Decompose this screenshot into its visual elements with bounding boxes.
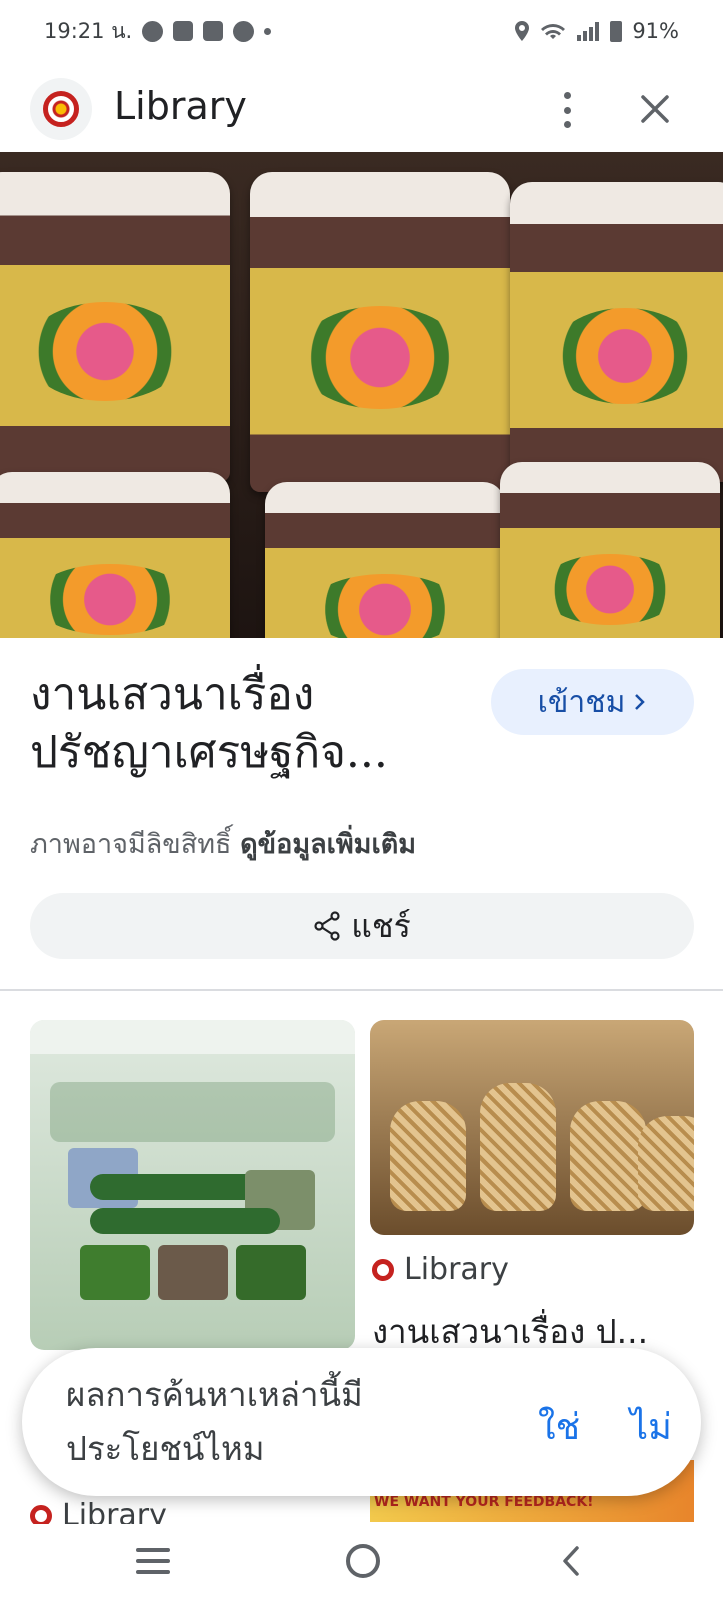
divider [0, 989, 723, 991]
source-title[interactable]: Library [114, 84, 247, 128]
related-image-poster[interactable] [30, 1020, 355, 1350]
related-source[interactable]: Library [372, 1252, 509, 1287]
messenger-icon [142, 20, 164, 42]
close-icon[interactable] [638, 92, 672, 126]
feedback-no-button[interactable]: ไม่ [630, 1398, 672, 1455]
wifi-icon [541, 24, 566, 39]
chevron-right-icon [635, 694, 646, 710]
jar-image [510, 182, 723, 482]
clock: 19:21 น. [44, 18, 133, 43]
mail-icon [203, 21, 224, 41]
library-logo-icon [372, 1258, 394, 1281]
jar-image [250, 172, 510, 492]
more-vert-icon[interactable] [552, 90, 582, 130]
status-bar: 19:21 น. 91% [0, 0, 723, 62]
location-icon [515, 21, 530, 41]
viewer-header: Library [0, 70, 723, 150]
result-title[interactable]: งานเสวนาเรื่อง ปรัชญาเศรษฐกิจ... [30, 666, 480, 782]
dot-icon [264, 27, 272, 35]
feedback-question: ผลการค้นหาเหล่านี้มีประโยชน์ไหม [66, 1375, 363, 1468]
copyright-notice: ภาพอาจมีลิขสิทธิ์ ดูข้อมูลเพิ่มเติม [30, 829, 417, 860]
feedback-prompt: ผลการค้นหาเหล่านี้มีประโยชน์ไหม ใช่ ไม่ [22, 1348, 701, 1496]
battery-icon [610, 20, 623, 42]
jar-image [265, 482, 505, 638]
visit-button[interactable]: เข้าชม [491, 669, 694, 735]
signal-icon [577, 22, 600, 41]
share-icon [314, 911, 340, 941]
library-logo-icon[interactable] [30, 78, 92, 140]
jar-image [0, 472, 230, 638]
related-image-baskets[interactable] [370, 1020, 694, 1235]
feedback-banner-text: WE WANT YOUR FEEDBACK! [374, 1494, 594, 1510]
back-icon[interactable] [555, 1544, 589, 1578]
more-info-link[interactable]: ดูข้อมูลเพิ่มเติม [240, 829, 416, 860]
feedback-yes-button[interactable]: ใช่ [538, 1398, 580, 1455]
mail-icon [173, 21, 194, 41]
system-nav-bar [0, 1524, 723, 1600]
home-icon[interactable] [346, 1544, 380, 1578]
jar-image [0, 172, 230, 482]
share-button[interactable]: แชร์ [30, 893, 694, 959]
battery-percent: 91% [632, 19, 679, 43]
preview-image[interactable] [0, 152, 723, 638]
compass-icon [233, 20, 255, 42]
jar-image [500, 462, 720, 638]
recents-icon[interactable] [136, 1548, 170, 1574]
